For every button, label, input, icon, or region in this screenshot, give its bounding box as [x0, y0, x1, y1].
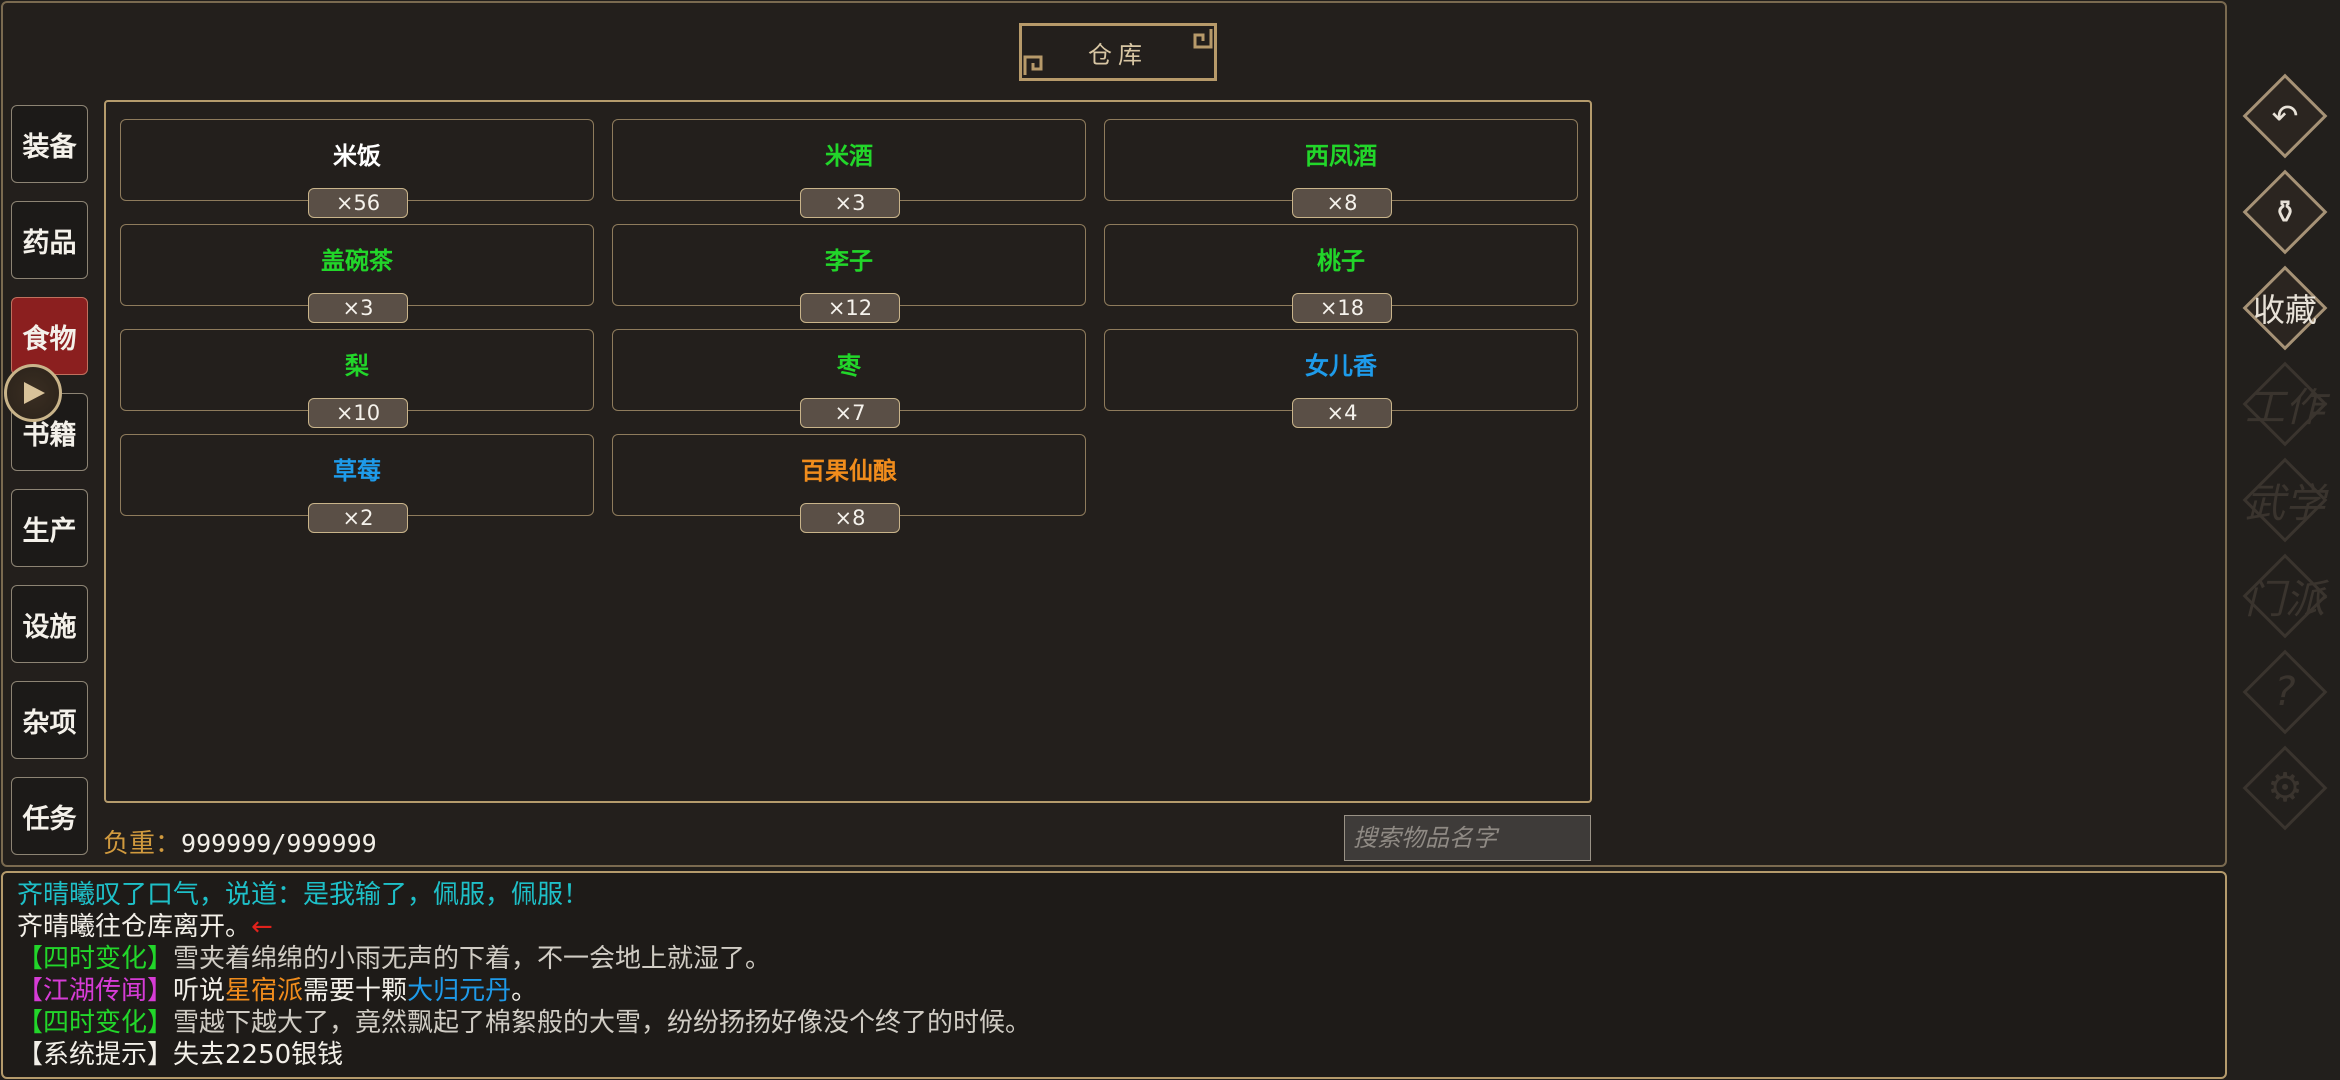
log-line: 【系统提示】失去2250银钱: [17, 1039, 2211, 1071]
weight-label: 负重：: [103, 829, 182, 859]
help-icon[interactable]: ?: [2241, 648, 2329, 736]
side-menu-glyph: ⚙: [2267, 765, 2303, 811]
item-name: 米酒: [825, 142, 873, 170]
log-segment: 星宿派: [225, 976, 304, 1006]
tab-category[interactable]: 食物: [11, 297, 88, 375]
item-name: 米饭: [333, 142, 381, 170]
tab-category[interactable]: 生产: [11, 489, 88, 567]
title-plaque: 仓库: [1019, 23, 1217, 81]
item-card[interactable]: 米饭 ×56: [120, 119, 594, 218]
log-segment: 雪夹着绵绵的小雨无声的下着，不一会地上就湿了。: [173, 944, 772, 974]
item-name: 女儿香: [1305, 352, 1377, 380]
tab-category[interactable]: 设施: [11, 585, 88, 663]
item-name: 桃子: [1317, 247, 1365, 275]
item-quantity-badge: ×12: [800, 293, 900, 323]
log-segment: 【系统提示】失去2250银钱: [17, 1040, 344, 1070]
play-icon: [24, 382, 45, 404]
item-card[interactable]: 西凤酒 ×8: [1104, 119, 1578, 218]
side-menu-label: 工作: [2245, 385, 2325, 431]
log-segment: 雪越下越大了，竟然飘起了棉絮般的大雪，纷纷扬扬好像没个终了的时候。: [173, 1008, 1032, 1038]
item-quantity-badge: ×7: [800, 398, 900, 428]
message-log: 齐晴曦叹了口气，说道：是我输了，佩服，佩服！ 齐晴曦往仓库离开。← 【四时变化】雪夹…: [1, 871, 2227, 1079]
tab-category[interactable]: 药品: [11, 201, 88, 279]
item-name: 盖碗茶: [321, 247, 393, 275]
item-card[interactable]: 桃子 ×18: [1104, 224, 1578, 323]
weight-value: 999999/999999: [181, 829, 377, 858]
pouch-icon[interactable]: ⚱: [2241, 168, 2329, 256]
item-card[interactable]: 李子 ×12: [612, 224, 1086, 323]
item-quantity-badge: ×4: [1292, 398, 1392, 428]
collect-icon[interactable]: 收藏: [2241, 264, 2329, 352]
log-segment: 齐晴曦叹了口气，说道：是我输了，佩服，佩服！: [17, 880, 590, 910]
side-menu-label: 门派: [2245, 577, 2325, 623]
log-segment: 齐晴曦往仓库离开。: [17, 912, 252, 942]
side-menu-label: 收藏: [2252, 291, 2317, 329]
side-menu-glyph: ?: [2274, 669, 2296, 715]
plaque-ornament: [1023, 29, 1213, 75]
item-quantity-badge: ×2: [308, 503, 408, 533]
side-menu-glyph: ⚱: [2271, 193, 2299, 231]
log-segment: 大归元丹: [407, 976, 512, 1006]
item-grid: 米饭 ×56 米酒 ×3 西凤酒 ×8 盖碗茶 ×3 李子 ×12 桃子 ×18 梨 ×10 枣 ×7 女儿香 ×…: [104, 100, 1592, 803]
item-card[interactable]: 百果仙酿 ×8: [612, 434, 1086, 533]
item-card[interactable]: 草莓 ×2: [120, 434, 594, 533]
main-frame: 仓库 米饭 ×56 米酒 ×3 西凤酒 ×8 盖碗茶 ×3 李子 ×12 桃子 ×18 梨 ×10 枣 ×7 女…: [1, 1, 2227, 867]
tab-category[interactable]: 杂项: [11, 681, 88, 759]
item-quantity-badge: ×56: [308, 188, 408, 218]
item-quantity-badge: ×8: [800, 503, 900, 533]
side-menu-label: 武学: [2245, 481, 2325, 527]
item-card[interactable]: 梨 ×10: [120, 329, 594, 428]
log-segment: ←: [251, 912, 273, 942]
log-line: 【四时变化】雪夹着绵绵的小雨无声的下着，不一会地上就湿了。: [17, 943, 2211, 975]
weight-row: 负重：999999/999999: [103, 823, 377, 860]
tab-category[interactable]: 装备: [11, 105, 88, 183]
log-segment: 需要十颗: [303, 976, 408, 1006]
item-name: 梨: [345, 352, 369, 380]
item-name: 李子: [825, 247, 873, 275]
log-segment: 。: [511, 976, 538, 1006]
item-quantity-badge: ×10: [308, 398, 408, 428]
sect-icon[interactable]: 门派: [2241, 552, 2329, 640]
item-quantity-badge: ×3: [308, 293, 408, 323]
item-card[interactable]: 女儿香 ×4: [1104, 329, 1578, 428]
log-segment: 【四时变化】: [17, 1008, 174, 1038]
side-menu-glyph: ↶: [2271, 97, 2299, 135]
search-input[interactable]: [1344, 815, 1591, 861]
log-line: 【四时变化】雪越下越大了，竟然飘起了棉絮般的大雪，纷纷扬扬好像没个终了的时候。: [17, 1007, 2211, 1039]
expand-button[interactable]: [4, 364, 62, 422]
settings-icon[interactable]: ⚙: [2241, 744, 2329, 832]
item-quantity-badge: ×3: [800, 188, 900, 218]
work-icon[interactable]: 工作: [2241, 360, 2329, 448]
log-line: 齐晴曦叹了口气，说道：是我输了，佩服，佩服！: [17, 879, 2211, 911]
martial-icon[interactable]: 武学: [2241, 456, 2329, 544]
log-segment: 【江湖传闻】: [17, 976, 174, 1006]
item-quantity-badge: ×8: [1292, 188, 1392, 218]
item-name: 枣: [837, 352, 861, 380]
log-line: 【江湖传闻】听说星宿派需要十颗大归元丹。: [17, 975, 2211, 1007]
log-segment: 【四时变化】: [17, 944, 174, 974]
log-segment: 听说: [173, 976, 226, 1006]
item-name: 西凤酒: [1305, 142, 1377, 170]
item-card[interactable]: 米酒 ×3: [612, 119, 1086, 218]
item-card[interactable]: 枣 ×7: [612, 329, 1086, 428]
return-icon[interactable]: ↶: [2241, 72, 2329, 160]
item-name: 草莓: [333, 457, 381, 485]
log-line: 齐晴曦往仓库离开。←: [17, 911, 2211, 943]
item-name: 百果仙酿: [801, 457, 897, 485]
tab-category[interactable]: 任务: [11, 777, 88, 855]
item-card[interactable]: 盖碗茶 ×3: [120, 224, 594, 323]
item-quantity-badge: ×18: [1292, 293, 1392, 323]
